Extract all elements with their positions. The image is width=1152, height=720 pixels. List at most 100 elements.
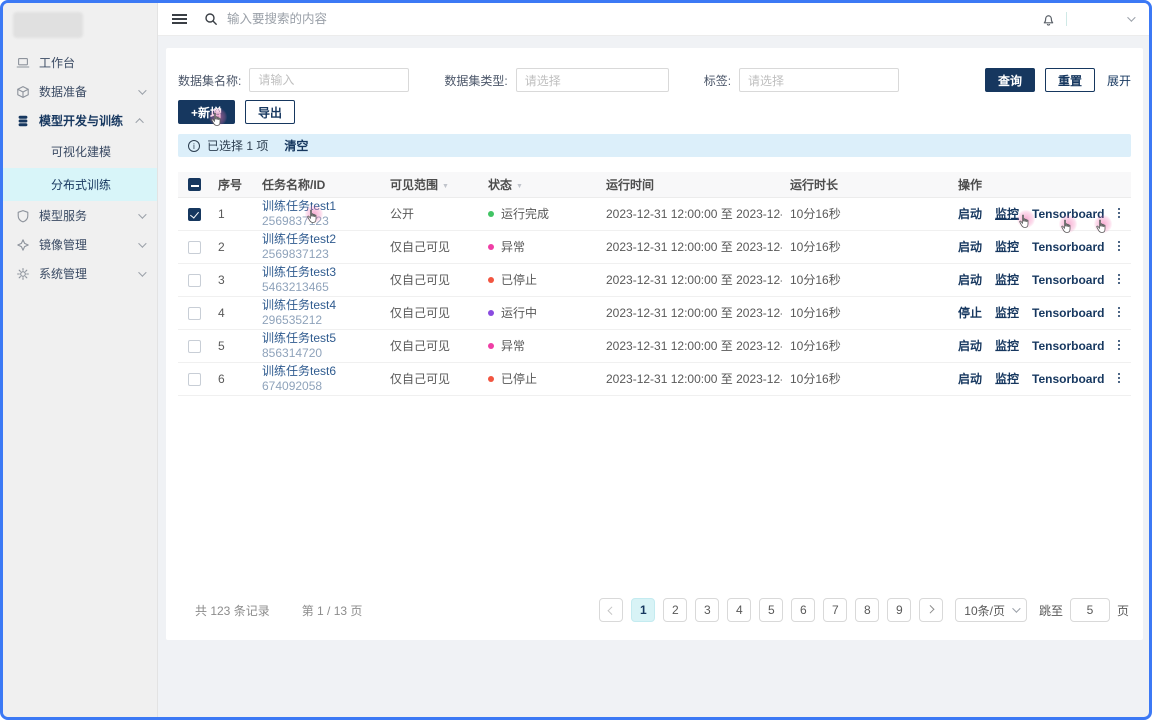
- filter-triangle-icon[interactable]: ▼: [442, 183, 449, 190]
- select-all-checkbox[interactable]: [188, 178, 201, 191]
- more-actions-icon[interactable]: [1117, 274, 1121, 286]
- sidebar-item-model-dev[interactable]: 模型开发与训练: [3, 106, 157, 135]
- action-link[interactable]: Tensorboard: [1032, 207, 1104, 221]
- row-checkbox[interactable]: [188, 241, 201, 254]
- page-button-1[interactable]: 1: [631, 598, 655, 622]
- user-menu-chevron-icon[interactable]: [1127, 13, 1135, 21]
- export-button[interactable]: 导出: [245, 100, 295, 124]
- current-page-text: 第 1 / 13 页: [302, 602, 363, 619]
- task-id: 674092058: [262, 379, 374, 394]
- clear-selection-link[interactable]: 清空: [284, 137, 308, 154]
- sidebar-subitem-visual-modeling[interactable]: 可视化建模: [3, 135, 157, 168]
- action-link[interactable]: Tensorboard: [1032, 306, 1104, 320]
- select-placeholder: 请选择: [525, 72, 561, 89]
- action-link[interactable]: 监控: [995, 207, 1019, 221]
- add-button[interactable]: +新增: [178, 100, 235, 124]
- search-input[interactable]: [227, 12, 467, 26]
- row-checkbox[interactable]: [188, 307, 201, 320]
- status-badge: 异常: [501, 240, 525, 254]
- dataset-name-input[interactable]: [249, 68, 409, 92]
- more-actions-icon[interactable]: [1117, 208, 1121, 220]
- page-button-4[interactable]: 4: [727, 598, 751, 622]
- more-actions-icon[interactable]: [1117, 307, 1121, 319]
- action-link[interactable]: 启动: [958, 240, 982, 254]
- page-button-8[interactable]: 8: [855, 598, 879, 622]
- jump-page-input[interactable]: [1070, 598, 1110, 622]
- logo-placeholder: [13, 12, 83, 38]
- task-id: 856314720: [262, 346, 374, 361]
- row-checkbox[interactable]: [188, 373, 201, 386]
- sidebar-item-label: 镜像管理: [39, 236, 87, 253]
- page-button-7[interactable]: 7: [823, 598, 847, 622]
- sidebar-item-image-mgmt[interactable]: 镜像管理: [3, 230, 157, 259]
- page-button-2[interactable]: 2: [663, 598, 687, 622]
- row-index: 2: [210, 230, 254, 263]
- row-checkbox[interactable]: [188, 274, 201, 287]
- action-link[interactable]: Tensorboard: [1032, 273, 1104, 287]
- filter-triangle-icon[interactable]: ▼: [516, 183, 523, 190]
- column-header-name: 任务名称/ID: [254, 172, 382, 197]
- chevron-up-icon: [135, 118, 143, 126]
- gear-icon: [16, 267, 30, 281]
- row-visibility: 公开: [382, 197, 480, 230]
- more-actions-icon[interactable]: [1117, 340, 1121, 352]
- chevron-down-icon: [1012, 604, 1020, 612]
- chevron-down-icon: [138, 86, 146, 94]
- action-link[interactable]: 监控: [995, 339, 1019, 353]
- hamburger-menu-icon[interactable]: [172, 11, 187, 26]
- task-name-link[interactable]: 训练任务test4: [262, 298, 374, 313]
- expand-link[interactable]: 展开: [1107, 72, 1131, 89]
- sidebar-item-workbench[interactable]: 工作台: [3, 48, 157, 77]
- task-name-link[interactable]: 训练任务test5: [262, 331, 374, 346]
- action-link[interactable]: 监控: [995, 306, 1019, 320]
- bell-icon[interactable]: [1041, 12, 1056, 27]
- filter-row: 数据集名称: 数据集类型: 请选择 标签: 请选择 查询 重置 展开: [178, 68, 1131, 92]
- action-link[interactable]: Tensorboard: [1032, 372, 1104, 386]
- action-link[interactable]: 监控: [995, 273, 1019, 287]
- page-button-3[interactable]: 3: [695, 598, 719, 622]
- row-runtime: 2023-12-31 12:00:00 至 2023-12-31 12:00:0…: [598, 230, 782, 263]
- reset-button[interactable]: 重置: [1045, 68, 1095, 92]
- action-link[interactable]: 启动: [958, 339, 982, 353]
- selection-count-text: 已选择 1 项: [207, 137, 268, 154]
- sidebar-subitem-distributed-training[interactable]: 分布式训练: [3, 168, 157, 201]
- row-checkbox[interactable]: [188, 208, 201, 221]
- more-actions-icon[interactable]: [1117, 373, 1121, 385]
- action-link[interactable]: 启动: [958, 273, 982, 287]
- action-link[interactable]: Tensorboard: [1032, 339, 1104, 353]
- status-dot: [488, 343, 494, 349]
- sidebar-item-system-mgmt[interactable]: 系统管理: [3, 259, 157, 288]
- action-link[interactable]: 启动: [958, 372, 982, 386]
- toolbar: +新增 导出: [178, 100, 1131, 124]
- sidebar-item-model-service[interactable]: 模型服务: [3, 201, 157, 230]
- task-name-link[interactable]: 训练任务test3: [262, 265, 374, 280]
- action-link[interactable]: 监控: [995, 240, 1019, 254]
- row-checkbox[interactable]: [188, 340, 201, 353]
- action-link[interactable]: Tensorboard: [1032, 240, 1104, 254]
- prev-page-button[interactable]: [599, 598, 623, 622]
- pagination-bar: 共 123 条记录 第 1 / 13 页 123456789 10条/页 跳至 …: [178, 598, 1131, 622]
- table-body: 1 训练任务test1 2569837123 公开 运行完成 2023-12-3…: [178, 197, 1131, 395]
- task-name-link[interactable]: 训练任务test1: [262, 199, 374, 214]
- search-button[interactable]: 查询: [985, 68, 1035, 92]
- tag-select[interactable]: 请选择: [739, 68, 899, 92]
- task-name-link[interactable]: 训练任务test2: [262, 232, 374, 247]
- next-page-button[interactable]: [919, 598, 943, 622]
- page-size-select[interactable]: 10条/页: [955, 598, 1027, 622]
- page-button-9[interactable]: 9: [887, 598, 911, 622]
- filter-label-dataset-type: 数据集类型:: [444, 72, 507, 89]
- action-link[interactable]: 启动: [958, 207, 982, 221]
- dataset-type-select[interactable]: 请选择: [516, 68, 669, 92]
- cube-icon: [16, 85, 30, 99]
- more-actions-icon[interactable]: [1117, 241, 1121, 253]
- row-actions: 启动监控 Tensorboard: [950, 197, 1131, 230]
- action-link[interactable]: 监控: [995, 372, 1019, 386]
- column-header-index: 序号: [210, 172, 254, 197]
- action-link[interactable]: 停止: [958, 306, 982, 320]
- row-visibility: 仅自己可见: [382, 329, 480, 362]
- page-button-5[interactable]: 5: [759, 598, 783, 622]
- task-name-link[interactable]: 训练任务test6: [262, 364, 374, 379]
- page-button-6[interactable]: 6: [791, 598, 815, 622]
- database-icon: [16, 114, 30, 128]
- sidebar-item-data-prep[interactable]: 数据准备: [3, 77, 157, 106]
